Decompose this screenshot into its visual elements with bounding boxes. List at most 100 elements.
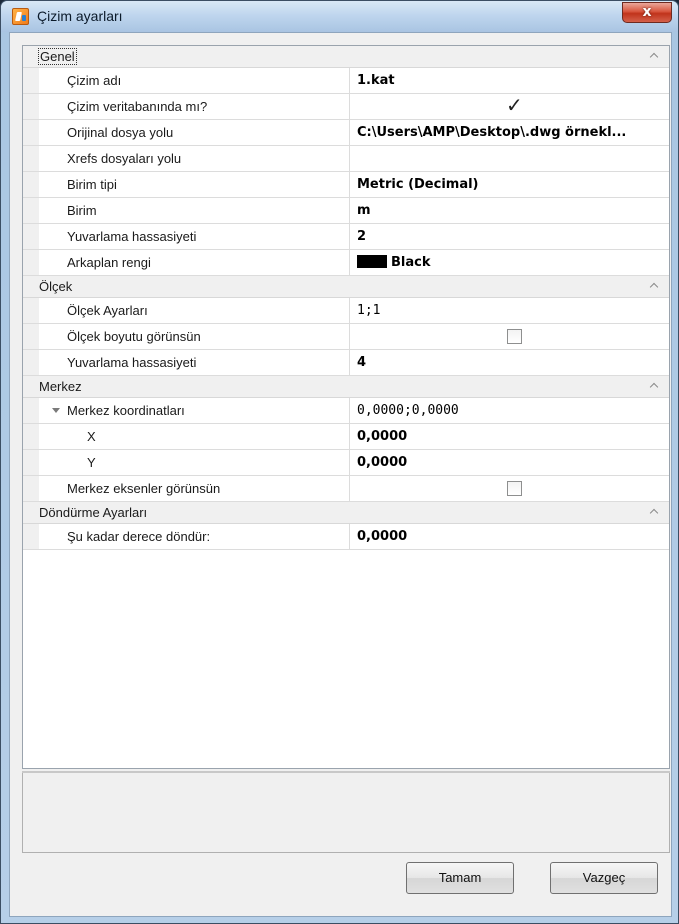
category-header[interactable]: Genel [23,46,669,68]
property-row[interactable]: Orijinal dosya yolu C:\Users\AMP\Desktop\… [23,120,669,146]
property-value[interactable]: 0,0000 [350,450,669,475]
property-name-text: Merkez koordinatları [67,403,185,418]
property-name: Arkaplan rengi [39,250,350,275]
property-name: Ölçek boyutu görünsün [39,324,350,349]
chevron-up-icon[interactable] [650,281,659,290]
property-row[interactable]: Ölçek boyutu görünsün [23,324,669,350]
property-name: Birim tipi [39,172,350,197]
category-header[interactable]: Döndürme Ayarları [23,502,669,524]
property-value-text: Black [391,255,431,270]
property-value[interactable]: 0,0000;0,0000 [350,398,669,423]
cancel-button[interactable]: Vazgeç [550,862,658,894]
row-gutter [23,250,39,275]
row-gutter [23,324,39,349]
row-gutter [23,120,39,145]
category-label: Ölçek [39,279,73,294]
ok-button[interactable]: Tamam [406,862,514,894]
checkbox[interactable] [507,329,522,344]
app-logo-icon [12,8,29,25]
property-value-text: 0,0000 [357,429,408,444]
property-name-text: Ölçek boyutu görünsün [67,329,201,344]
row-gutter [23,350,39,375]
property-row[interactable]: Yuvarlama hassasiyeti 2 [23,224,669,250]
property-name: Merkez koordinatları [39,398,350,423]
property-name: Orijinal dosya yolu [39,120,350,145]
property-value-text: 2 [357,229,367,244]
property-value-text: Metric (Decimal) [357,177,479,192]
property-row[interactable]: Ölçek Ayarları 1;1 [23,298,669,324]
row-gutter [23,450,39,475]
chevron-up-icon[interactable] [650,51,659,60]
row-gutter [23,224,39,249]
property-name-text: Orijinal dosya yolu [67,125,174,140]
row-gutter [23,298,39,323]
description-panel [22,773,670,853]
property-row[interactable]: Şu kadar derece döndür: 0,0000 [23,524,669,550]
title-bar[interactable]: Çizim ayarları x [1,1,678,32]
property-value-text: m [357,203,371,218]
property-row[interactable]: Yuvarlama hassasiyeti 4 [23,350,669,376]
category-header[interactable]: Merkez [23,376,669,398]
property-name-text: Yuvarlama hassasiyeti [67,229,197,244]
property-name-text: Şu kadar derece döndür: [67,529,211,544]
property-value[interactable]: Metric (Decimal) [350,172,669,197]
property-value-text: 1;1 [357,303,381,318]
category-label: Merkez [39,379,82,394]
row-gutter [23,524,39,549]
property-row[interactable]: Çizim veritabanında mı? ✓ [23,94,669,120]
property-name-text: Arkaplan rengi [67,255,151,270]
chevron-up-icon[interactable] [650,507,659,516]
property-value-text: 0,0000;0,0000 [357,403,459,418]
property-value[interactable]: 1;1 [350,298,669,323]
property-name-text: Çizim veritabanında mı? [67,99,208,114]
property-row[interactable]: Arkaplan rengi Black [23,250,669,276]
property-row[interactable]: Xrefs dosyaları yolu [23,146,669,172]
property-grid: Genel Çizim adı 1.kat Çizim veritabanında m… [22,45,670,769]
row-gutter [23,68,39,93]
property-row[interactable]: X 0,0000 [23,424,669,450]
property-value[interactable]: C:\Users\AMP\Desktop\.dwg örnekl... [350,120,669,145]
property-name-text: Y [87,455,96,470]
expand-triangle-icon[interactable] [52,408,60,413]
property-row[interactable]: Y 0,0000 [23,450,669,476]
property-value[interactable]: 2 [350,224,669,249]
property-value[interactable]: 1.kat [350,68,669,93]
property-name-text: Yuvarlama hassasiyeti [67,355,197,370]
row-gutter [23,94,39,119]
property-name-text: Çizim adı [67,73,122,88]
property-row[interactable]: Birim tipi Metric (Decimal) [23,172,669,198]
property-row[interactable]: Çizim adı 1.kat [23,68,669,94]
property-value[interactable] [350,146,669,171]
property-name: Çizim veritabanında mı? [39,94,350,119]
checkmark-icon[interactable]: ✓ [506,95,523,115]
property-row[interactable]: Merkez koordinatları 0,0000;0,0000 [23,398,669,424]
property-value[interactable]: Black [350,250,669,275]
property-name-text: Birim tipi [67,177,117,192]
category-header[interactable]: Ölçek [23,276,669,298]
category-label: Döndürme Ayarları [39,505,148,520]
property-row[interactable]: Birim m [23,198,669,224]
property-name: Çizim adı [39,68,350,93]
property-value[interactable] [350,476,669,501]
property-value-text: 4 [357,355,367,370]
property-name-text: Xrefs dosyaları yolu [67,151,182,166]
checkbox[interactable] [507,481,522,496]
row-gutter [23,146,39,171]
property-value[interactable]: ✓ [350,94,669,119]
chevron-up-icon[interactable] [650,381,659,390]
property-name-text: Ölçek Ayarları [67,303,148,318]
property-value[interactable] [350,324,669,349]
property-name: Ölçek Ayarları [39,298,350,323]
property-name: Yuvarlama hassasiyeti [39,350,350,375]
color-swatch [357,255,387,268]
row-gutter [23,172,39,197]
property-value[interactable]: 0,0000 [350,424,669,449]
property-row[interactable]: Merkez eksenler görünsün [23,476,669,502]
property-value-text: 0,0000 [357,455,408,470]
property-value[interactable]: 4 [350,350,669,375]
property-name: Birim [39,198,350,223]
property-value[interactable]: 0,0000 [350,524,669,549]
property-value[interactable]: m [350,198,669,223]
property-value-text: C:\Users\AMP\Desktop\.dwg örnekl... [357,125,627,140]
close-button[interactable]: x [622,2,672,23]
